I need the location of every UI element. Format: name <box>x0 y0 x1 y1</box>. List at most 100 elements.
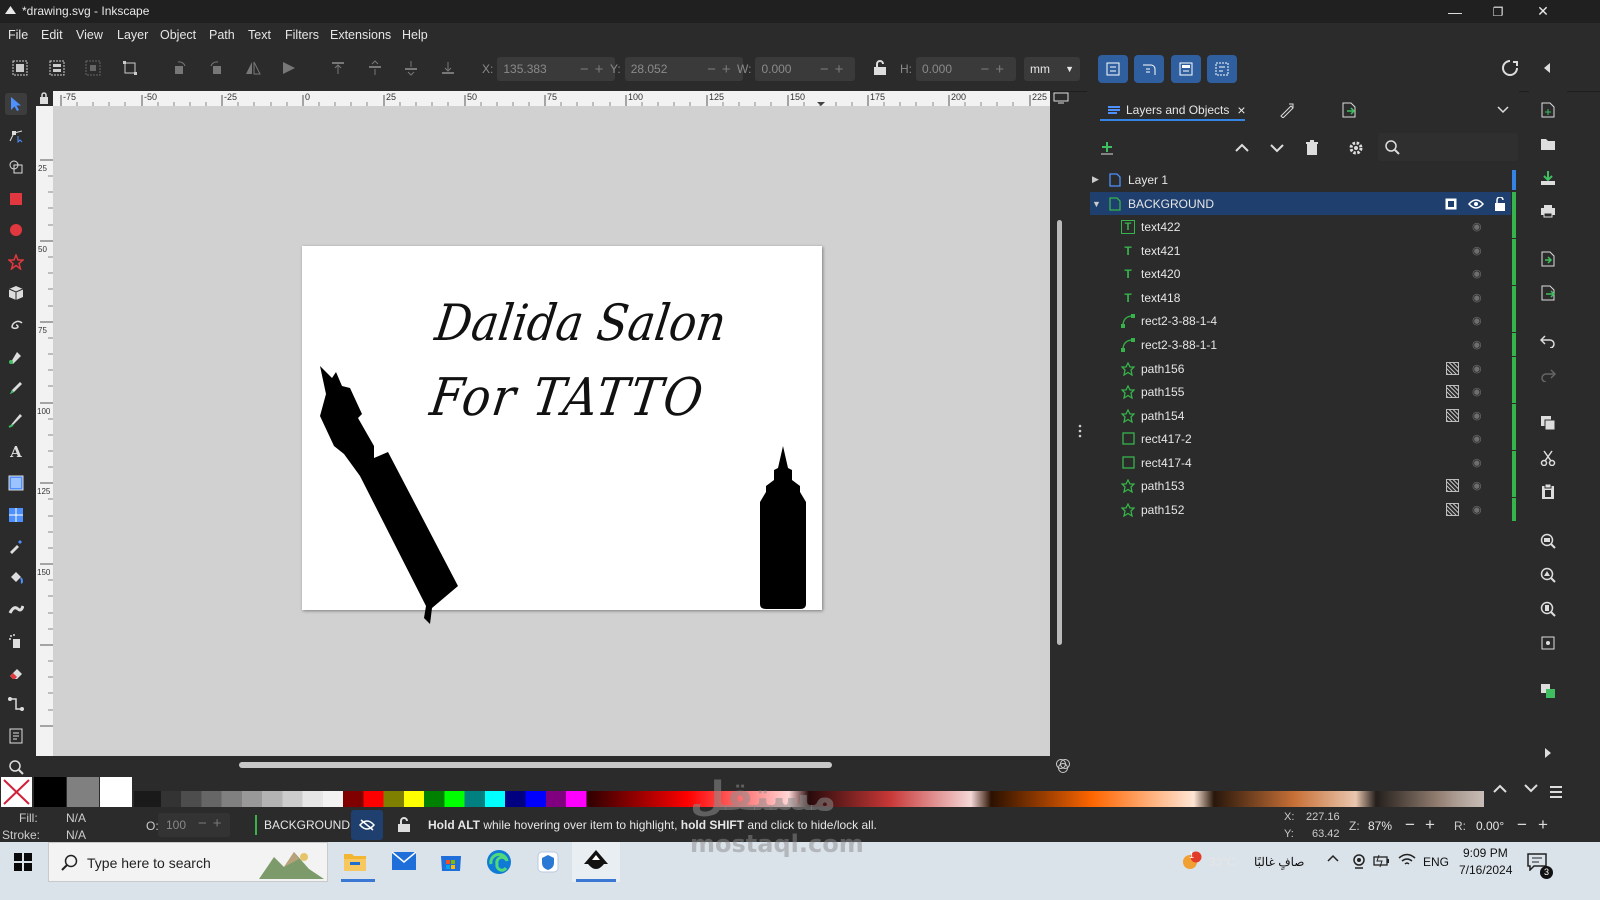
wifi-icon[interactable] <box>1398 853 1416 867</box>
height-field[interactable]: H: 0.000 −+ <box>900 57 1016 81</box>
visibility-eye-icon[interactable]: ◉ <box>1472 244 1482 257</box>
object-row-rect417-4[interactable]: rect417-4 ◉ <box>1090 451 1511 474</box>
object-row-text418[interactable]: T text418 ◉ <box>1090 286 1511 309</box>
zoom-center-icon[interactable] <box>1538 633 1558 653</box>
settings-gear-icon[interactable] <box>1348 140 1364 156</box>
x-stepper[interactable]: −+ <box>580 61 610 78</box>
flip-vertical-icon[interactable] <box>277 56 301 80</box>
visibility-eye-icon[interactable]: ◉ <box>1472 291 1482 304</box>
scale-stroke-icon[interactable] <box>1098 55 1128 83</box>
w-stepper[interactable]: −+ <box>820 61 850 78</box>
tab-layers-objects[interactable]: Layers and Objects × <box>1107 101 1246 119</box>
duplicate-icon[interactable] <box>1538 681 1558 701</box>
visibility-eye-icon[interactable]: ◉ <box>1472 456 1482 469</box>
zoom-in-icon[interactable]: + <box>1425 815 1435 835</box>
close-tab-icon[interactable]: × <box>1237 102 1245 118</box>
visibility-eye-icon[interactable]: ◉ <box>1472 338 1482 351</box>
select-all-layers-icon[interactable] <box>45 56 69 80</box>
menu-edit[interactable]: Edit <box>41 28 63 42</box>
mesh-tool-icon[interactable] <box>5 504 27 526</box>
object-row-text420[interactable]: T text420 ◉ <box>1090 262 1511 285</box>
zoom-drawing-icon[interactable] <box>1538 565 1558 585</box>
guide-lock-icon[interactable] <box>39 92 49 104</box>
menu-object[interactable]: Object <box>160 28 196 42</box>
shape-builder-tool-icon[interactable] <box>5 156 27 178</box>
mail-icon[interactable] <box>392 852 416 870</box>
3d-box-tool-icon[interactable] <box>5 282 27 304</box>
document-page[interactable]: Dalida Salon For TATTO <box>302 246 822 624</box>
panel-resize-handle[interactable] <box>1078 424 1082 438</box>
close-window-button[interactable]: ✕ <box>1520 0 1566 23</box>
app-shield-icon[interactable] <box>537 851 559 873</box>
visibility-eye-icon[interactable]: ◉ <box>1472 385 1482 398</box>
y-coordinate-field[interactable]: Y: 28.052 −+ <box>610 57 743 81</box>
minimize-button[interactable]: — <box>1432 0 1478 23</box>
taskbar-search-box[interactable]: Type here to search <box>48 842 328 882</box>
dropper-tool-icon[interactable] <box>5 535 27 557</box>
x-coordinate-field[interactable]: X: 135.383 −+ <box>482 57 616 81</box>
store-icon[interactable] <box>440 850 462 872</box>
copy-icon[interactable] <box>1538 413 1558 433</box>
edge-browser-icon[interactable] <box>486 849 512 875</box>
print-icon[interactable] <box>1538 201 1558 221</box>
vertical-scrollbar[interactable] <box>1057 220 1062 645</box>
y-stepper[interactable]: −+ <box>707 61 737 78</box>
pencil-tool-icon[interactable] <box>5 377 27 399</box>
bounding-box-icon[interactable] <box>118 56 142 80</box>
visibility-eye-icon[interactable]: ◉ <box>1472 362 1482 375</box>
file-explorer-icon[interactable] <box>343 850 367 872</box>
object-row-path153[interactable]: path153 ◉ <box>1090 474 1511 497</box>
cut-icon[interactable] <box>1538 448 1558 468</box>
search-field[interactable] <box>1378 133 1518 161</box>
tab-export-icon[interactable] <box>1341 102 1357 118</box>
tattoo-machine-silhouette[interactable] <box>302 246 822 636</box>
object-row-path156[interactable]: path156 ◉ <box>1090 357 1511 380</box>
layer-visibility-toggle[interactable] <box>351 810 383 840</box>
add-layer-icon[interactable] <box>1099 140 1115 156</box>
star-tool-icon[interactable] <box>5 251 27 273</box>
webcam-icon[interactable] <box>1351 853 1367 869</box>
menu-extensions[interactable]: Extensions <box>330 28 391 42</box>
swatch-gray[interactable] <box>67 777 99 807</box>
no-paint-swatch[interactable] <box>1 777 32 807</box>
save-icon[interactable] <box>1538 168 1558 188</box>
palette-scroll-up-icon[interactable] <box>1493 784 1507 793</box>
object-row-path155[interactable]: path155 ◉ <box>1090 380 1511 403</box>
layer-row-background[interactable]: ▼ BACKGROUND <box>1090 192 1511 215</box>
menu-path[interactable]: Path <box>209 28 235 42</box>
expand-arrow-icon[interactable]: ▼ <box>1092 199 1101 209</box>
visibility-eye-icon[interactable]: ◉ <box>1472 503 1482 516</box>
ellipse-tool-icon[interactable] <box>5 219 27 241</box>
visibility-eye-icon[interactable]: ◉ <box>1472 267 1482 280</box>
zoom-value[interactable]: 87% <box>1368 819 1392 833</box>
expand-arrow-icon[interactable]: ▶ <box>1092 174 1099 185</box>
inkscape-taskbar-button[interactable] <box>572 842 620 882</box>
menu-layer[interactable]: Layer <box>117 28 148 42</box>
collapse-toolbar-icon[interactable] <box>1535 56 1559 80</box>
lock-ratio-icon[interactable] <box>868 56 892 80</box>
clock-time[interactable]: 9:09 PM <box>1463 846 1508 860</box>
paint-bucket-tool-icon[interactable] <box>5 567 27 589</box>
swatch-white[interactable] <box>100 777 132 807</box>
language-indicator[interactable]: ENG <box>1423 855 1449 869</box>
undo-icon[interactable] <box>1538 331 1558 351</box>
object-row-path154[interactable]: path154 ◉ <box>1090 404 1511 427</box>
selector-tool-icon[interactable] <box>5 93 27 115</box>
tweak-tool-icon[interactable] <box>5 598 27 620</box>
expand-commands-icon[interactable] <box>1538 743 1558 763</box>
visibility-eye-icon[interactable] <box>1468 198 1484 210</box>
raise-icon[interactable] <box>363 56 387 80</box>
battery-icon[interactable] <box>1373 853 1391 869</box>
show-hidden-icons[interactable] <box>1327 854 1339 862</box>
width-field[interactable]: W: 0.000 −+ <box>737 57 856 81</box>
canvas-display-toggle[interactable] <box>1053 92 1073 106</box>
menu-text[interactable]: Text <box>248 28 271 42</box>
layer-row-layer1[interactable]: ▶ Layer 1 <box>1090 168 1511 191</box>
weather-temp[interactable]: 33°C <box>1209 855 1236 869</box>
lock-icon[interactable] <box>1494 196 1506 211</box>
palette-menu-icon[interactable] <box>1549 785 1563 799</box>
visibility-eye-icon[interactable]: ◉ <box>1472 409 1482 422</box>
visibility-eye-icon[interactable]: ◉ <box>1472 314 1482 327</box>
rotate-ccw-icon[interactable] <box>168 56 192 80</box>
eraser-tool-icon[interactable] <box>5 662 27 684</box>
